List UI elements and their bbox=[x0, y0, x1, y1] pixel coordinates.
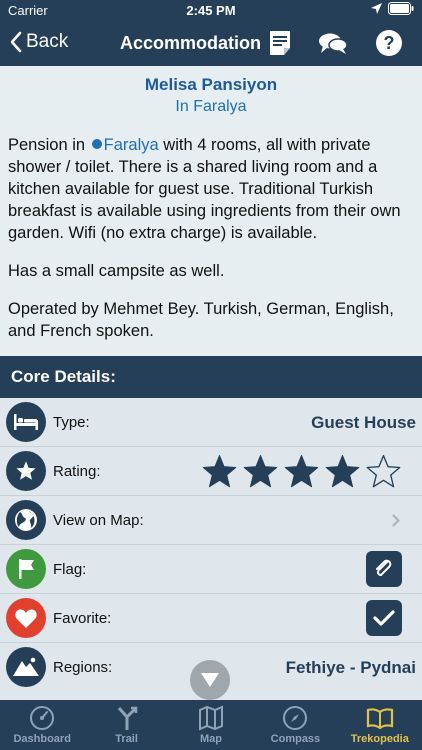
type-value: Guest House bbox=[311, 413, 416, 432]
attach-flag-button[interactable] bbox=[366, 551, 402, 587]
flag-icon bbox=[6, 549, 46, 589]
star-filled-icon[interactable] bbox=[201, 453, 238, 490]
battery-icon bbox=[388, 2, 414, 15]
view-on-map-label: View on Map: bbox=[53, 512, 144, 529]
map-icon bbox=[199, 705, 224, 731]
tab-trail[interactable]: Trail bbox=[84, 700, 168, 750]
bed-icon bbox=[6, 402, 46, 442]
paperclip-icon bbox=[376, 559, 392, 577]
operator-paragraph: Operated by Mehmet Bey. Turkish, German,… bbox=[8, 300, 394, 340]
favorite-row: Favorite: bbox=[0, 594, 422, 643]
location-arrow-icon bbox=[371, 3, 382, 14]
tab-bar: Dashboard Trail Map Compass Trekopedia bbox=[0, 700, 422, 750]
compass-icon bbox=[283, 706, 308, 730]
view-on-map-row[interactable]: View on Map: bbox=[0, 496, 422, 545]
triangle-down-icon bbox=[201, 673, 219, 687]
regions-value: Fethiye - Pydnai bbox=[285, 658, 416, 677]
rating-label: Rating: bbox=[53, 463, 101, 480]
gauge-icon bbox=[30, 706, 55, 730]
back-label: Back bbox=[26, 31, 69, 52]
rating-stars bbox=[201, 453, 402, 490]
campsite-paragraph: Has a small campsite as well. bbox=[8, 262, 225, 280]
heart-icon bbox=[6, 598, 46, 638]
star-icon bbox=[6, 451, 46, 491]
status-time: 2:45 PM bbox=[186, 3, 236, 18]
star-filled-icon[interactable] bbox=[283, 453, 320, 490]
status-bar: Carrier 2:45 PM bbox=[0, 0, 422, 22]
favorite-label: Favorite: bbox=[53, 610, 112, 627]
back-button[interactable]: Back bbox=[10, 31, 68, 53]
star-empty-icon[interactable] bbox=[365, 453, 402, 490]
page-title: Accommodation bbox=[120, 33, 262, 53]
help-icon[interactable]: ? bbox=[375, 29, 403, 57]
globe-icon bbox=[6, 500, 46, 540]
svg-text:?: ? bbox=[384, 33, 395, 53]
tab-dashboard[interactable]: Dashboard bbox=[0, 700, 84, 750]
type-row: Type: Guest House bbox=[0, 398, 422, 447]
book-icon bbox=[366, 708, 393, 730]
favorite-checkbox[interactable] bbox=[366, 600, 402, 636]
chat-bubbles-icon[interactable] bbox=[318, 32, 348, 56]
description-paragraph: Pension in Faralya with 4 rooms, all wit… bbox=[8, 136, 401, 242]
tab-trekopedia[interactable]: Trekopedia bbox=[338, 700, 422, 750]
core-details-header: Core Details: bbox=[0, 356, 422, 398]
regions-label: Regions: bbox=[53, 659, 113, 676]
chevron-left-icon bbox=[10, 31, 22, 53]
type-label: Type: bbox=[53, 414, 90, 431]
listing-name: Melisa Pansiyon bbox=[144, 75, 278, 94]
flag-row: Flag: bbox=[0, 545, 422, 594]
chevron-right-icon bbox=[392, 514, 400, 527]
trail-icon bbox=[117, 706, 137, 730]
mountains-icon bbox=[6, 647, 46, 687]
listing-location[interactable]: In Faralya bbox=[0, 98, 422, 116]
flag-label: Flag: bbox=[53, 561, 87, 578]
star-filled-icon[interactable] bbox=[324, 453, 361, 490]
tab-map[interactable]: Map bbox=[169, 700, 253, 750]
scroll-down-button[interactable] bbox=[190, 660, 230, 700]
navigation-bar: Back Accommodation ? bbox=[0, 22, 422, 66]
checkmark-icon bbox=[373, 610, 395, 626]
faralya-link[interactable]: Faralya bbox=[104, 136, 159, 154]
tab-compass[interactable]: Compass bbox=[253, 700, 337, 750]
star-filled-icon[interactable] bbox=[242, 453, 279, 490]
description-panel: Melisa Pansiyon In Faralya Pension in Fa… bbox=[0, 66, 422, 356]
location-dot-icon bbox=[91, 139, 102, 149]
rating-row: Rating: bbox=[0, 447, 422, 496]
notes-icon[interactable] bbox=[268, 30, 292, 56]
